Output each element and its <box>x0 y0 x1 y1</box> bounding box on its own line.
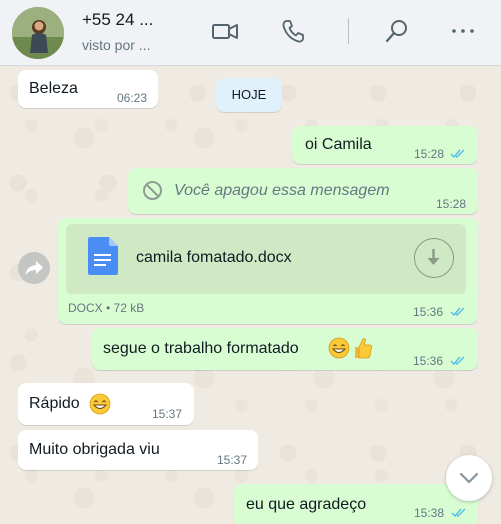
message-outgoing[interactable]: segue o trabalho formatado 15:36 <box>92 328 478 370</box>
grinning-emoji-icon <box>89 393 111 420</box>
blocked-icon <box>142 180 163 201</box>
header-divider <box>348 18 349 44</box>
contact-name[interactable]: +55 24 ... <box>82 10 153 30</box>
message-time: 06:23 <box>117 91 148 105</box>
message-incoming[interactable]: Beleza 06:23 <box>18 70 158 108</box>
thumbs-up-emoji-icon <box>351 336 373 365</box>
chat-header: +55 24 ... visto por ... <box>0 0 501 66</box>
download-icon <box>427 249 440 265</box>
message-time: 15:37 <box>217 453 248 467</box>
message-text: Beleza <box>29 80 78 97</box>
grinning-emoji-icon <box>328 337 350 364</box>
message-time: 15:36 <box>413 354 444 368</box>
message-text: oi Camila <box>305 136 372 153</box>
message-outgoing[interactable]: oi Camila 15:28 <box>292 126 478 164</box>
message-text: Muito obrigada viu <box>29 441 160 458</box>
document-card[interactable]: camila fomatado.docx <box>66 224 466 294</box>
forward-icon <box>25 261 43 275</box>
contact-last-seen: visto por ... <box>82 37 151 53</box>
message-outgoing[interactable]: eu que agradeço 15:38 <box>234 484 478 524</box>
search-icon[interactable] <box>382 16 412 46</box>
chevron-down-icon <box>459 472 479 484</box>
document-file-icon <box>88 237 118 275</box>
message-text: Rápido <box>29 395 80 412</box>
message-incoming[interactable]: Muito obrigada viu 15:37 <box>18 430 258 470</box>
message-document[interactable]: camila fomatado.docx DOCX • 72 kB 15:36 <box>58 218 478 324</box>
document-file-name: camila fomatado.docx <box>136 249 292 266</box>
message-deleted[interactable]: Você apagou essa mensagem 15:28 <box>128 168 478 214</box>
date-divider: HOJE <box>216 78 282 112</box>
message-time: 15:37 <box>152 407 183 421</box>
contact-avatar[interactable] <box>12 7 64 59</box>
video-call-icon[interactable] <box>210 16 240 46</box>
message-time: 15:28 <box>436 197 467 211</box>
download-button[interactable] <box>414 238 454 278</box>
menu-icon[interactable] <box>448 16 478 46</box>
message-incoming[interactable]: Rápido 15:37 <box>18 383 194 425</box>
message-time: 15:38 <box>414 506 445 520</box>
scroll-to-bottom-button[interactable] <box>446 455 492 501</box>
message-list[interactable]: Beleza 06:23 HOJE oi Camila 15:28 Você a… <box>0 66 501 524</box>
forward-button[interactable] <box>18 252 50 284</box>
read-ticks-icon <box>450 306 468 317</box>
message-text: segue o trabalho formatado <box>103 340 299 357</box>
message-text: Você apagou essa mensagem <box>174 182 390 199</box>
message-text: eu que agradeço <box>246 496 367 513</box>
voice-call-icon[interactable] <box>278 16 308 46</box>
read-ticks-icon <box>450 148 468 159</box>
document-meta: DOCX • 72 kB <box>68 301 145 315</box>
read-ticks-icon <box>450 355 468 366</box>
read-ticks-icon <box>451 507 469 518</box>
message-time: 15:28 <box>414 147 445 161</box>
message-time: 15:36 <box>413 305 444 319</box>
